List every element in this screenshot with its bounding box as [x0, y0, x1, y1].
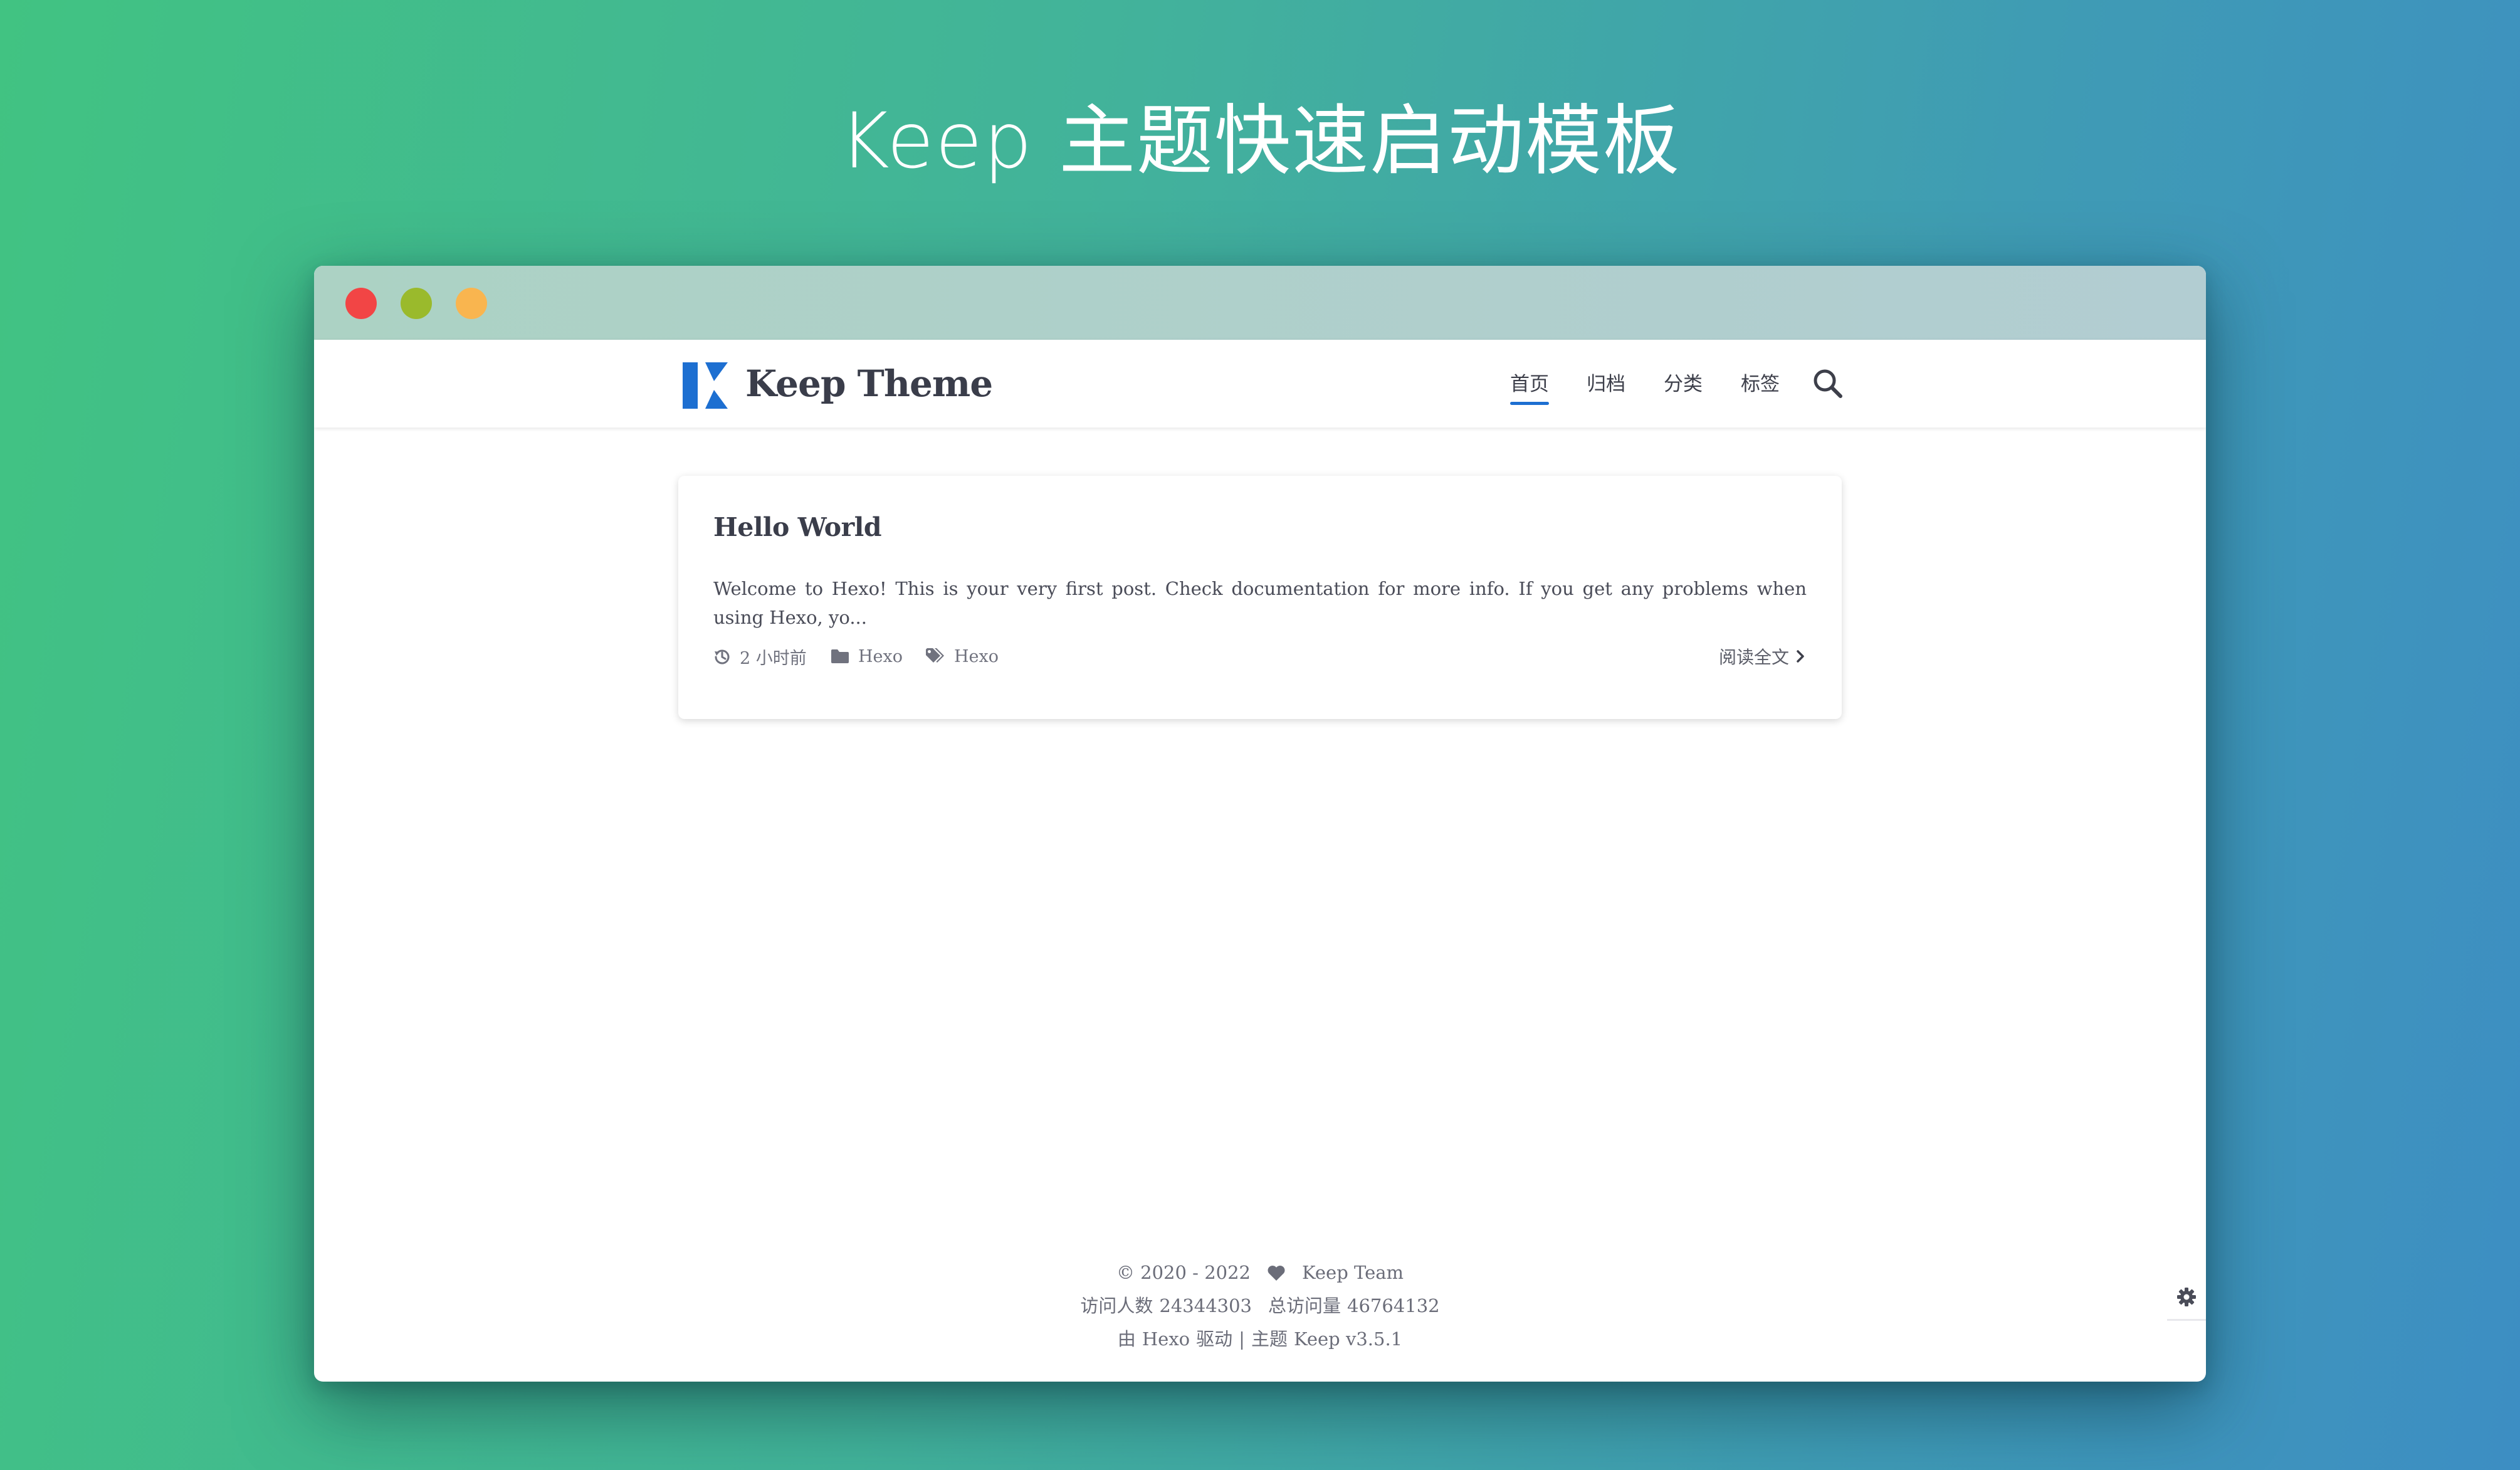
footer-stats-line: 访问人数 24344303 总访问量 46764132 [314, 1289, 2206, 1323]
footer-powered-suffix: 驱动 [1196, 1328, 1233, 1350]
post-date: 2 小时前 [713, 642, 807, 671]
footer-team-link[interactable]: Keep Team [1302, 1256, 1404, 1289]
tags-icon [926, 648, 944, 663]
site-header: Keep Theme 首页 归档 分类 标签 [314, 340, 2206, 428]
keep-k-logo-icon[interactable] [683, 362, 728, 409]
nav-item-categories[interactable]: 分类 [1664, 367, 1703, 401]
post-excerpt: Welcome to Hexo! This is your very first… [713, 578, 1807, 628]
window-minimize-button[interactable] [401, 288, 432, 319]
footer-visitors-label: 访问人数 [1080, 1295, 1153, 1316]
footer-powered-prefix: 由 [1117, 1328, 1136, 1350]
post-tag-label[interactable]: Hexo [954, 647, 999, 666]
read-more-link[interactable]: 阅读全文 [1719, 642, 1807, 671]
heart-icon [1268, 1265, 1285, 1281]
nav-item-home[interactable]: 首页 [1510, 367, 1549, 405]
footer-separator: | [1239, 1328, 1245, 1350]
browser-window: Keep Theme 首页 归档 分类 标签 Hello World Welco… [314, 266, 2206, 1382]
post-time: 2 小时前 [740, 648, 807, 668]
footer-pageviews-count: 46764132 [1347, 1295, 1440, 1316]
footer-theme-prefix: 主题 [1251, 1328, 1288, 1350]
gear-icon [2177, 1288, 2196, 1306]
site-footer: © 2020 - 2022 Keep Team 访问人数 24344303 总访… [314, 1256, 2206, 1356]
folder-icon [831, 649, 849, 663]
window-titlebar [314, 266, 2206, 340]
search-icon[interactable] [1812, 367, 1844, 400]
footer-pageviews-label: 总访问量 [1268, 1295, 1341, 1316]
footer-copyright: © 2020 - 2022 [1116, 1262, 1251, 1283]
nav-item-archives[interactable]: 归档 [1587, 367, 1625, 401]
post-title[interactable]: Hello World [713, 508, 882, 546]
window-close-button[interactable] [345, 288, 377, 319]
post-card: Hello World Welcome to Hexo! This is you… [678, 476, 1842, 719]
history-icon [715, 649, 730, 664]
post-category-label[interactable]: Hexo [858, 647, 903, 666]
nav-item-tags[interactable]: 标签 [1741, 367, 1780, 401]
footer-theme-link[interactable]: Keep v3.5.1 [1294, 1323, 1402, 1356]
footer-hexo-link[interactable]: Hexo [1142, 1323, 1190, 1356]
read-more-label[interactable]: 阅读全文 [1719, 644, 1789, 669]
post-category[interactable]: Hexo [831, 642, 903, 671]
footer-powered-line: 由 Hexo 驱动 | 主题 Keep v3.5.1 [314, 1323, 2206, 1356]
hero-title: Keep 主题快速启动模板 [839, 97, 1681, 186]
window-zoom-button[interactable] [456, 288, 487, 319]
chevron-right-icon [1797, 650, 1804, 663]
post-tag[interactable]: Hexo [925, 642, 999, 671]
footer-copyright-line: © 2020 - 2022 Keep Team [314, 1256, 2206, 1289]
footer-visitors-count: 24344303 [1159, 1295, 1252, 1316]
site-name[interactable]: Keep Theme [745, 359, 993, 409]
settings-button[interactable] [2167, 1275, 2206, 1321]
